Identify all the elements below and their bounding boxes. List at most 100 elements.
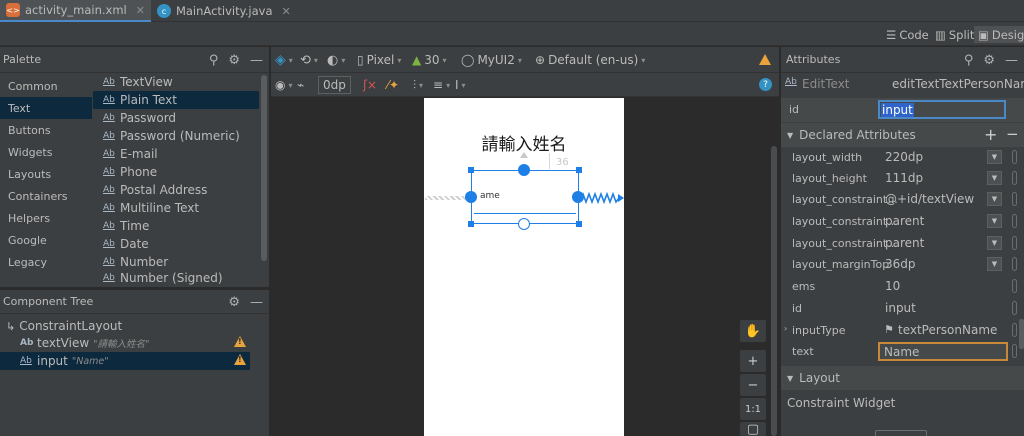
attr-value[interactable]: input xyxy=(885,301,916,315)
attr-row[interactable]: layout_width 220dp ▼ xyxy=(781,147,1024,168)
declared-attributes-header[interactable]: ▼ Declared Attributes + − xyxy=(781,123,1024,147)
guidelines-button[interactable]: ⫶ ▾ xyxy=(413,76,423,94)
left-anchor[interactable] xyxy=(465,191,477,203)
palette-item[interactable]: Ab Plain Text xyxy=(93,91,259,109)
device-selector[interactable]: ▯ Pixel ▾ xyxy=(357,51,401,69)
orientation-button[interactable]: ⟲ ▾ xyxy=(300,51,318,69)
bottom-anchor[interactable] xyxy=(518,218,530,230)
default-margin-selector[interactable]: 0dp xyxy=(318,76,351,94)
tab-main-activity[interactable]: c MainActivity.java ✕ xyxy=(151,0,297,22)
palette-item[interactable]: Ab TextView xyxy=(93,73,259,91)
id-input[interactable]: input xyxy=(878,100,1006,119)
attr-row[interactable]: id input xyxy=(781,298,1024,319)
view-options-button[interactable]: ◉ ▾ xyxy=(275,76,293,94)
text-attr-input[interactable]: Name xyxy=(878,342,1008,361)
chevron-down-icon[interactable]: ▼ xyxy=(987,257,1002,271)
gear-icon[interactable]: ⚙ xyxy=(983,53,995,68)
palette-category-text[interactable]: Text xyxy=(0,97,92,119)
attr-value[interactable]: 220dp xyxy=(885,150,923,164)
attr-row[interactable]: layout_height 111dp ▼ xyxy=(781,168,1024,189)
resize-handle[interactable] xyxy=(468,167,474,173)
palette-category-widgets[interactable]: Widgets xyxy=(0,141,92,163)
chevron-right-icon[interactable]: › xyxy=(784,324,787,333)
attr-value[interactable]: textPersonName xyxy=(898,323,997,337)
layout-section-header[interactable]: ▼ Layout xyxy=(781,366,1024,390)
warning-icon[interactable] xyxy=(759,54,771,65)
attr-resource-picker[interactable] xyxy=(1012,257,1017,271)
attr-row[interactable]: ems 10 xyxy=(781,276,1024,297)
code-view-button[interactable]: ☰ Code xyxy=(886,26,929,43)
minimize-icon[interactable]: — xyxy=(250,295,263,310)
night-mode-button[interactable]: ◐ ▾ xyxy=(327,51,345,69)
attr-row[interactable]: layout_constraint... parent ▼ xyxy=(781,233,1024,254)
chevron-down-icon[interactable]: ▼ xyxy=(987,150,1002,164)
attr-resource-picker[interactable] xyxy=(1012,236,1017,250)
attr-value[interactable]: parent xyxy=(885,214,924,228)
palette-item[interactable]: Ab Time xyxy=(93,217,259,235)
gear-icon[interactable]: ⚙ xyxy=(228,295,240,310)
chevron-down-icon[interactable]: ▼ xyxy=(987,214,1002,228)
api-level-selector[interactable]: ▲ 30 ▾ xyxy=(412,51,447,69)
tree-item-constraintlayout[interactable]: ↳ ConstraintLayout xyxy=(0,317,250,335)
autoconnect-toggle[interactable]: ⌁ xyxy=(297,76,304,94)
chevron-down-icon[interactable]: ▼ xyxy=(987,171,1002,185)
palette-category-legacy[interactable]: Legacy xyxy=(0,251,92,273)
palette-category-buttons[interactable]: Buttons xyxy=(0,119,92,141)
attr-resource-picker[interactable] xyxy=(1012,344,1017,358)
search-icon[interactable]: ⚲ xyxy=(964,53,974,68)
palette-item[interactable]: Ab E-mail xyxy=(93,145,259,163)
help-icon[interactable]: ? xyxy=(759,78,772,91)
palette-item[interactable]: Ab Postal Address xyxy=(93,181,259,199)
zoom-one-to-one-button[interactable]: 1:1 xyxy=(740,398,766,420)
resize-handle[interactable] xyxy=(576,221,582,227)
tree-item-textview[interactable]: Ab textView "請輸入姓名" xyxy=(0,334,250,352)
warning-icon[interactable] xyxy=(234,336,246,347)
add-attribute-icon[interactable]: + xyxy=(984,125,997,144)
minimize-icon[interactable]: — xyxy=(250,53,263,68)
design-surface-button[interactable]: ◈ ▾ xyxy=(275,51,293,69)
attr-value[interactable]: 10 xyxy=(885,279,900,293)
attr-resource-picker[interactable] xyxy=(1012,323,1017,337)
attr-row[interactable]: layout_marginTop 36dp ▼ xyxy=(781,254,1024,275)
remove-attribute-icon[interactable]: − xyxy=(1006,125,1019,143)
right-anchor[interactable] xyxy=(572,191,584,203)
palette-item[interactable]: Ab Password (Numeric) xyxy=(93,127,259,145)
palette-scrollbar[interactable] xyxy=(261,75,267,261)
close-icon[interactable]: ✕ xyxy=(282,5,291,18)
pan-button[interactable]: ✋ xyxy=(740,320,766,342)
attr-row-input-type[interactable]: › inputType ⚑ textPersonName xyxy=(781,320,1024,341)
resize-handle[interactable] xyxy=(576,167,582,173)
device-preview[interactable]: 請輸入姓名 36 xyxy=(424,98,624,436)
attr-value[interactable]: 36dp xyxy=(885,257,916,271)
attr-resource-picker[interactable] xyxy=(1012,279,1017,293)
chevron-down-icon[interactable]: ▼ xyxy=(987,192,1002,206)
zoom-out-button[interactable]: − xyxy=(740,374,766,396)
attr-value[interactable]: @+id/textView xyxy=(885,192,974,206)
split-view-button[interactable]: ▥ Split xyxy=(935,26,974,43)
align-button[interactable]: ≡ ▾ xyxy=(433,76,450,94)
attr-value[interactable]: parent xyxy=(885,236,924,250)
text-baseline-button[interactable]: I ▾ xyxy=(455,76,466,94)
palette-item[interactable]: Ab Phone xyxy=(93,163,259,181)
clear-constraints-button[interactable]: ʃ× xyxy=(363,76,377,94)
attr-row-text[interactable]: text Name xyxy=(781,341,1024,362)
attr-resource-picker[interactable] xyxy=(1012,150,1017,164)
tree-item-input[interactable]: Ab input "Name" xyxy=(0,352,250,370)
theme-selector[interactable]: ◯ MyUI2 ▾ xyxy=(461,51,522,69)
search-icon[interactable]: ⚲ xyxy=(209,53,219,68)
attr-resource-picker[interactable] xyxy=(1012,192,1017,206)
attr-resource-picker[interactable] xyxy=(1012,214,1017,228)
selected-edittext[interactable]: ame xyxy=(471,170,579,224)
locale-selector[interactable]: ⊕ Default (en-us) ▾ xyxy=(535,51,645,69)
minimize-icon[interactable]: — xyxy=(1005,53,1018,68)
palette-item[interactable]: Ab Password xyxy=(93,109,259,127)
canvas-scrollbar[interactable] xyxy=(771,146,777,436)
gear-icon[interactable]: ⚙ xyxy=(228,53,240,68)
attributes-scrollbar[interactable] xyxy=(1019,319,1024,349)
palette-category-layouts[interactable]: Layouts xyxy=(0,163,92,185)
top-anchor[interactable] xyxy=(518,164,530,176)
attr-resource-picker[interactable] xyxy=(1012,301,1017,315)
tab-activity-main[interactable]: <> activity_main.xml ✕ xyxy=(0,0,151,22)
attr-resource-picker[interactable] xyxy=(1012,171,1017,185)
zoom-in-button[interactable]: + xyxy=(740,350,766,372)
